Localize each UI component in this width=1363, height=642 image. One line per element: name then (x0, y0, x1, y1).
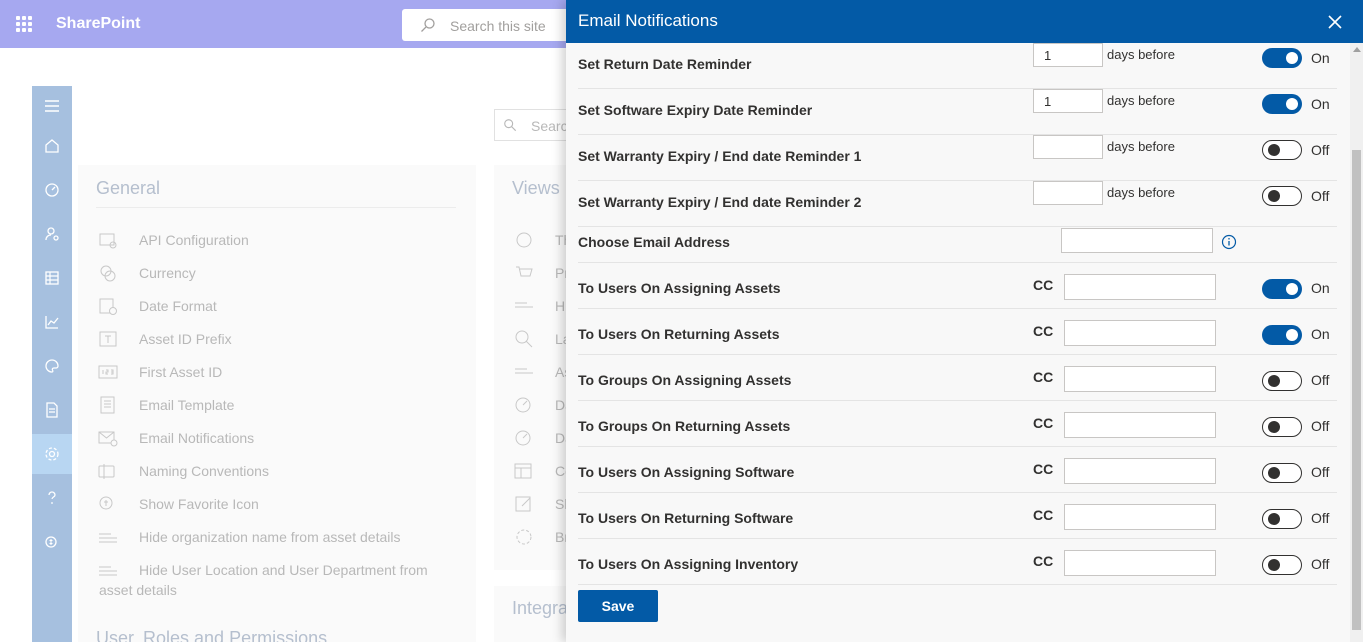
notification-row-users-assigning-assets: To Users On Assigning Assets CC On (578, 263, 1337, 309)
left-navigation-rail (32, 86, 72, 642)
warranty-1-days-input[interactable] (1033, 135, 1103, 159)
scroll-up-arrow-icon[interactable] (1353, 47, 1361, 52)
cc-input[interactable] (1064, 504, 1216, 530)
hide-lines-icon (515, 302, 533, 308)
general-title: General (96, 178, 161, 198)
reminder-row-return-date: Set Return Date Reminder days before On (578, 43, 1337, 89)
badge-icon (516, 529, 532, 545)
search-icon (421, 18, 435, 32)
dashboard-icon (515, 397, 531, 413)
software-expiry-days-input[interactable] (1033, 89, 1103, 113)
software-expiry-reminder-toggle[interactable] (1262, 94, 1302, 114)
dashboard-icon[interactable] (32, 170, 72, 210)
app-title[interactable]: SharePoint (56, 15, 140, 33)
settings-icon[interactable] (32, 434, 72, 474)
number-icon (98, 365, 118, 379)
cc-input[interactable] (1064, 274, 1216, 300)
report-icon[interactable] (32, 390, 72, 430)
template-icon (100, 396, 115, 414)
notification-row-users-assigning-software: To Users On Assigning Software CC Off (578, 447, 1337, 493)
home-icon[interactable] (32, 126, 72, 166)
email-address-row: Choose Email Address (578, 216, 1337, 263)
notification-row-users-assigning-inventory: To Users On Assigning Inventory CC Off (578, 539, 1337, 585)
info-icon[interactable] (1221, 234, 1237, 250)
cc-input[interactable] (1064, 320, 1216, 346)
date-format-icon (99, 298, 117, 315)
cart-icon (516, 266, 533, 277)
palette-icon[interactable] (32, 346, 72, 386)
table-icon[interactable] (32, 258, 72, 298)
users-settings-icon[interactable] (32, 214, 72, 254)
integrations-title: Integra (512, 598, 569, 618)
groups-assigning-assets-toggle[interactable] (1262, 371, 1302, 391)
scrollbar-thumb[interactable] (1352, 150, 1361, 630)
search-icon (504, 119, 517, 132)
edit-icon (515, 496, 531, 512)
users-returning-assets-toggle[interactable] (1262, 325, 1302, 345)
licensing-icon[interactable] (32, 522, 72, 562)
reminder-row-software-expiry: Set Software Expiry Date Reminder days b… (578, 89, 1337, 135)
warranty-2-days-input[interactable] (1033, 181, 1103, 205)
setting-hide-user-location-wrap: asset details (99, 582, 177, 598)
cc-input[interactable] (1064, 458, 1216, 484)
users-assigning-software-toggle[interactable] (1262, 463, 1302, 483)
divider (96, 207, 456, 208)
api-config-icon (99, 233, 117, 249)
users-returning-software-toggle[interactable] (1262, 509, 1302, 529)
notification-row-users-returning-software: To Users On Returning Software CC Off (578, 493, 1337, 539)
palette-icon (516, 232, 532, 248)
groups-returning-assets-toggle[interactable] (1262, 417, 1302, 437)
reminder-row-warranty-1: Set Warranty Expiry / End date Reminder … (578, 135, 1337, 181)
hide-lines-icon (515, 368, 533, 374)
email-address-input[interactable] (1061, 228, 1213, 253)
help-icon[interactable] (32, 478, 72, 518)
naming-icon (98, 464, 115, 479)
hide-lines-icon (99, 533, 117, 543)
panel-header: Email Notifications (566, 0, 1363, 43)
warranty-1-reminder-toggle[interactable] (1262, 140, 1302, 160)
cc-input[interactable] (1064, 550, 1216, 576)
hide-lines-icon (99, 566, 117, 576)
views-title: Views (512, 178, 560, 198)
panel-title: Email Notifications (578, 11, 718, 30)
return-date-days-input[interactable] (1033, 43, 1103, 67)
return-date-reminder-toggle[interactable] (1262, 48, 1302, 68)
notification-row-groups-returning-assets: To Groups On Returning Assets CC Off (578, 401, 1337, 447)
warranty-2-reminder-toggle[interactable] (1262, 186, 1302, 206)
close-icon[interactable] (1326, 13, 1344, 31)
panel-scrollbar[interactable] (1350, 43, 1363, 642)
site-search-box[interactable]: Search this site (402, 9, 572, 41)
prefix-icon (99, 331, 117, 347)
dashboard-icon (515, 430, 531, 446)
users-assigning-assets-toggle[interactable] (1262, 279, 1302, 299)
app-launcher-icon[interactable] (16, 16, 32, 32)
email-notifications-panel: Email Notifications Set Return Date Remi… (566, 0, 1363, 642)
language-icon (515, 330, 533, 348)
currency-icon (100, 265, 116, 282)
chart-icon[interactable] (32, 302, 72, 342)
columns-icon (514, 463, 532, 479)
email-settings-icon (98, 431, 118, 447)
save-button[interactable]: Save (578, 590, 658, 622)
views-search-box[interactable]: Search (494, 109, 575, 141)
cc-input[interactable] (1064, 366, 1216, 392)
users-assigning-inventory-toggle[interactable] (1262, 555, 1302, 575)
notification-row-groups-assigning-assets: To Groups On Assigning Assets CC Off (578, 355, 1337, 401)
cc-input[interactable] (1064, 412, 1216, 438)
user-roles-title: User, Roles and Permissions (96, 628, 328, 642)
notification-row-users-returning-assets: To Users On Returning Assets CC On (578, 309, 1337, 355)
site-search-placeholder: Search this site (450, 18, 546, 34)
favorite-icon (99, 496, 113, 510)
menu-icon[interactable] (32, 86, 72, 126)
